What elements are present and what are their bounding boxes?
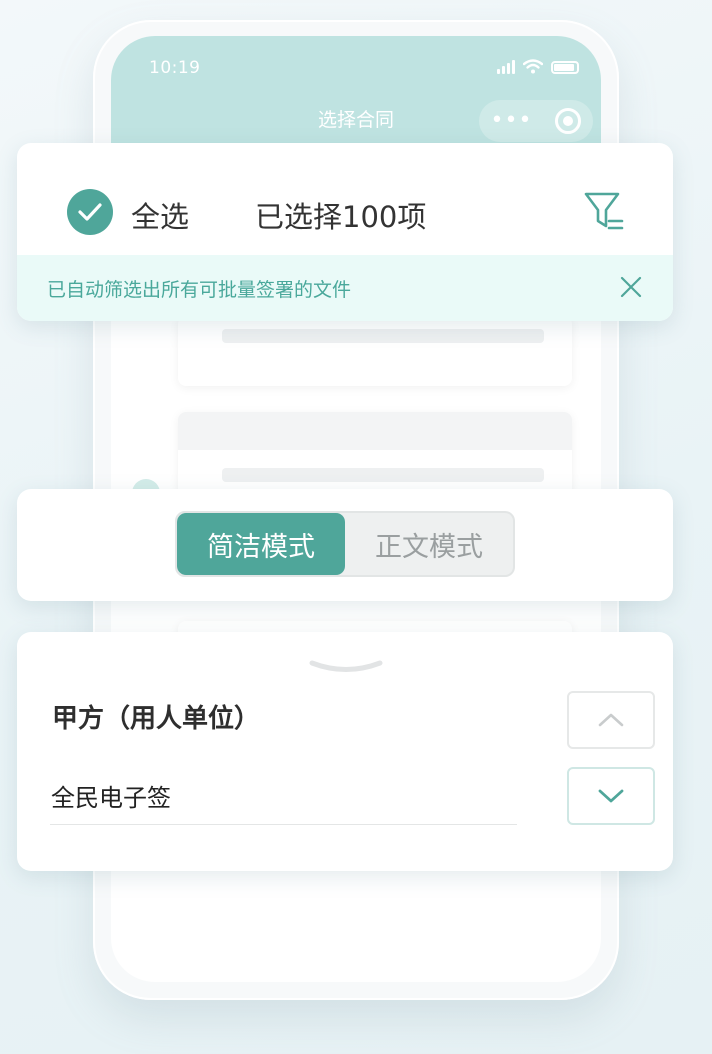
capsule-menu[interactable]: ••• (479, 100, 593, 142)
chevron-up-icon (598, 713, 624, 727)
divider (50, 824, 517, 825)
select-all-checkbox[interactable] (67, 189, 113, 235)
mode-option-fulltext[interactable]: 正文模式 (345, 513, 513, 575)
selected-count: 已选择100项 (255, 200, 427, 234)
check-icon (78, 203, 102, 221)
close-icon[interactable] (619, 275, 643, 299)
previous-party-button[interactable] (567, 691, 655, 749)
mode-switch-card: 简洁模式 正文模式 (17, 489, 673, 601)
status-time: 10:19 (149, 58, 201, 78)
stage: 10:19 选择合同 ••• 全选 已选择100项 已自动筛选出所有可批量签署的… (0, 0, 712, 1054)
select-all-label[interactable]: 全选 (131, 194, 189, 236)
party-value[interactable]: 全民电子签 (51, 778, 171, 813)
more-icon[interactable]: ••• (491, 110, 533, 132)
party-title: 甲方（用人单位） (52, 704, 261, 734)
mode-segmented-control: 简洁模式 正文模式 (175, 511, 515, 577)
filter-icon[interactable] (582, 190, 626, 234)
next-party-button[interactable] (567, 767, 655, 825)
status-icons (497, 59, 579, 74)
chevron-down-icon (598, 789, 624, 803)
party-card: 甲方（用人单位） 全民电子签 (17, 632, 673, 871)
skeleton-line (222, 329, 544, 343)
battery-icon (551, 61, 579, 74)
close-miniprogram-icon[interactable] (555, 108, 582, 134)
selection-card: 全选 已选择100项 已自动筛选出所有可批量签署的文件 (17, 143, 673, 321)
wifi-icon (523, 59, 543, 74)
notice-bar: 已自动筛选出所有可批量签署的文件 (17, 255, 673, 321)
skeleton-header (178, 412, 572, 450)
mode-option-simple[interactable]: 简洁模式 (177, 513, 345, 575)
chevron-down-handle-icon[interactable] (309, 660, 383, 674)
notice-text: 已自动筛选出所有可批量签署的文件 (47, 278, 352, 301)
skeleton-line (222, 468, 544, 482)
skeleton-card (178, 316, 572, 386)
signal-icon (497, 60, 515, 74)
